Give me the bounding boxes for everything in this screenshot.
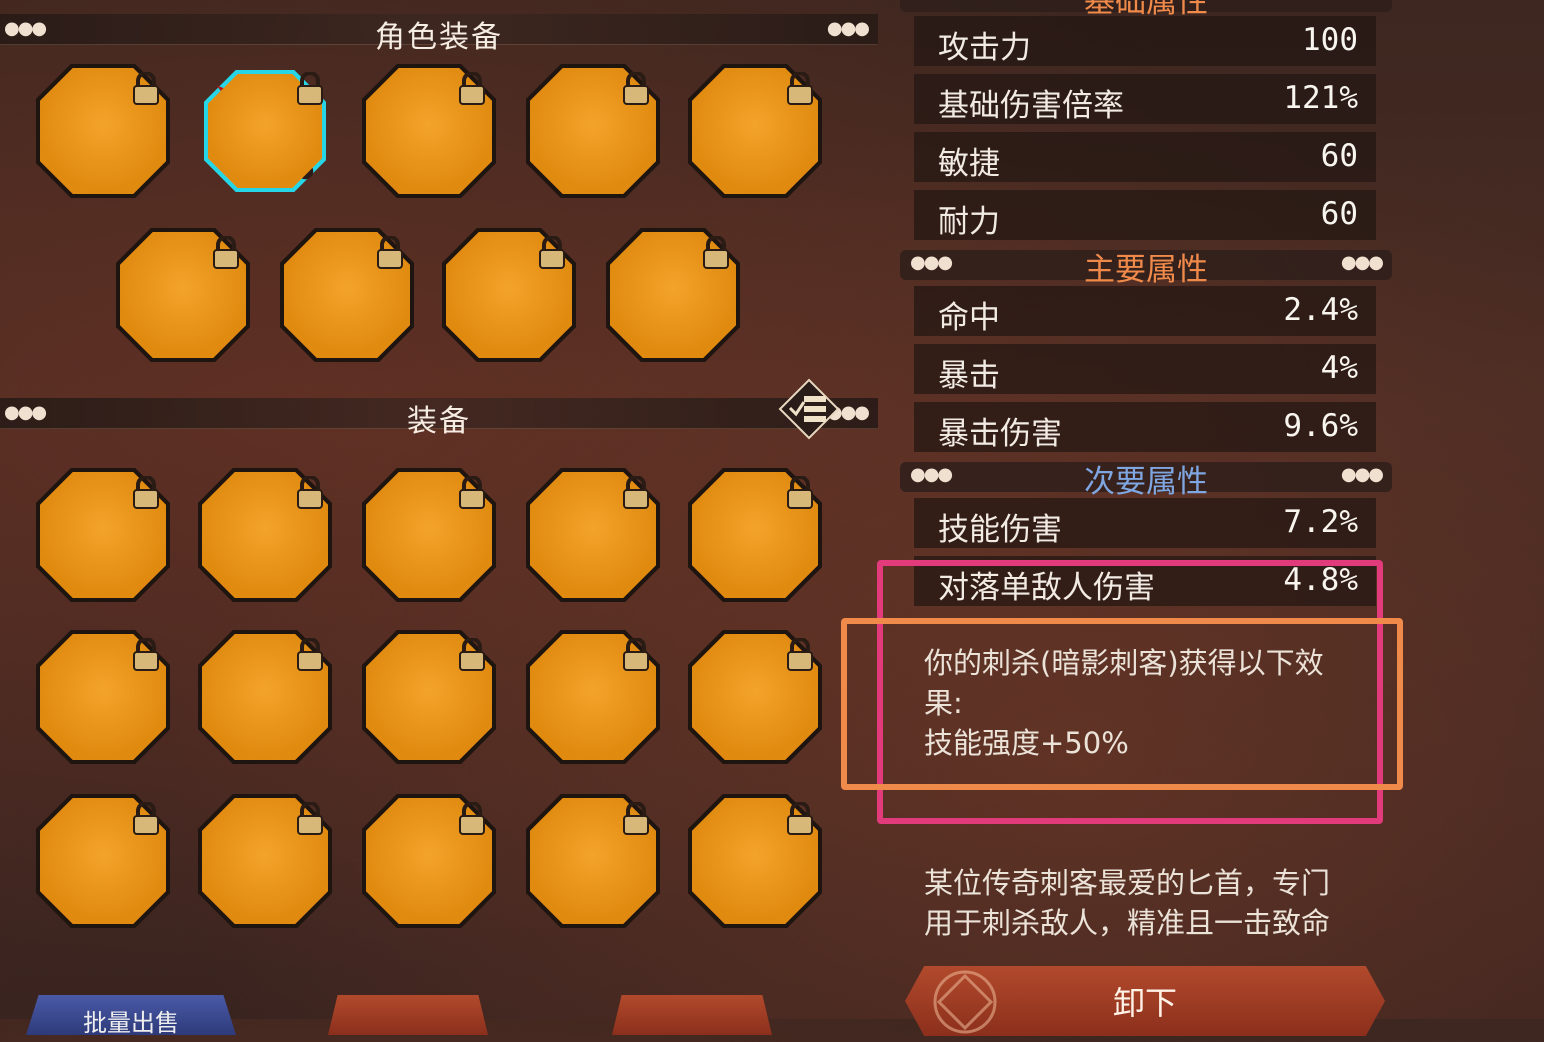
lock-icon xyxy=(297,638,323,671)
lock-icon xyxy=(703,236,729,269)
stat-row: 暴击伤害 9.6% xyxy=(914,402,1376,452)
lock-icon xyxy=(297,802,323,835)
lock-icon xyxy=(623,802,649,835)
lock-icon xyxy=(459,72,485,105)
flavor-text-line: 用于刺杀敌人，精准且一击致命 xyxy=(924,906,1331,940)
lock-icon xyxy=(623,72,649,105)
dots-icon: ●●● xyxy=(1340,464,1384,485)
lock-icon xyxy=(459,802,485,835)
lock-icon xyxy=(787,476,813,509)
lock-icon xyxy=(133,802,159,835)
lock-icon xyxy=(297,72,323,105)
lock-icon xyxy=(787,802,813,835)
lock-icon xyxy=(213,236,239,269)
lock-icon xyxy=(623,638,649,671)
stat-row: 攻击力 100 xyxy=(914,16,1376,66)
bottom-action-button-2[interactable] xyxy=(328,995,488,1035)
bulk-sell-button[interactable]: 批量出售 xyxy=(26,995,236,1035)
character-equipment-header: ●●● 角色装备 ●●● xyxy=(0,14,878,55)
lock-icon xyxy=(133,476,159,509)
section-title: 角色装备 xyxy=(375,20,503,55)
lock-icon xyxy=(133,638,159,671)
inventory-header: ●●● 装备 ●●● xyxy=(0,398,878,439)
lock-icon xyxy=(377,236,403,269)
dots-icon: ●●● xyxy=(826,18,870,39)
stat-row: 敏捷 60 xyxy=(914,132,1376,182)
stat-row: 暴击 4% xyxy=(914,344,1376,394)
dots-icon: ●●● xyxy=(1340,252,1384,273)
section-title: 装备 xyxy=(407,404,471,439)
unequip-button[interactable]: 卸下 xyxy=(905,966,1385,1036)
flavor-text-line: 某位传奇刺客最爱的匕首，专门 xyxy=(924,866,1331,900)
highlight-box-orange xyxy=(841,618,1403,790)
base-attributes-header: 基础属性 xyxy=(900,0,1392,20)
sort-filter-icon[interactable] xyxy=(778,378,840,440)
secondary-attributes-header: ●●● 次要属性 ●●● xyxy=(900,462,1392,500)
stat-row: 命中 2.4% xyxy=(914,286,1376,336)
lock-icon xyxy=(787,638,813,671)
lock-icon xyxy=(133,72,159,105)
lock-icon xyxy=(459,638,485,671)
bottom-action-button-3[interactable] xyxy=(612,995,772,1035)
stat-row: 基础伤害倍率 121% xyxy=(914,74,1376,124)
lock-icon xyxy=(623,476,649,509)
main-attributes-header: ●●● 主要属性 ●●● xyxy=(900,250,1392,288)
lock-icon xyxy=(459,476,485,509)
lock-icon xyxy=(539,236,565,269)
lock-icon xyxy=(297,476,323,509)
stat-row: 技能伤害 7.2% xyxy=(914,498,1376,548)
stat-row: 耐力 60 xyxy=(914,190,1376,240)
lock-icon xyxy=(787,72,813,105)
